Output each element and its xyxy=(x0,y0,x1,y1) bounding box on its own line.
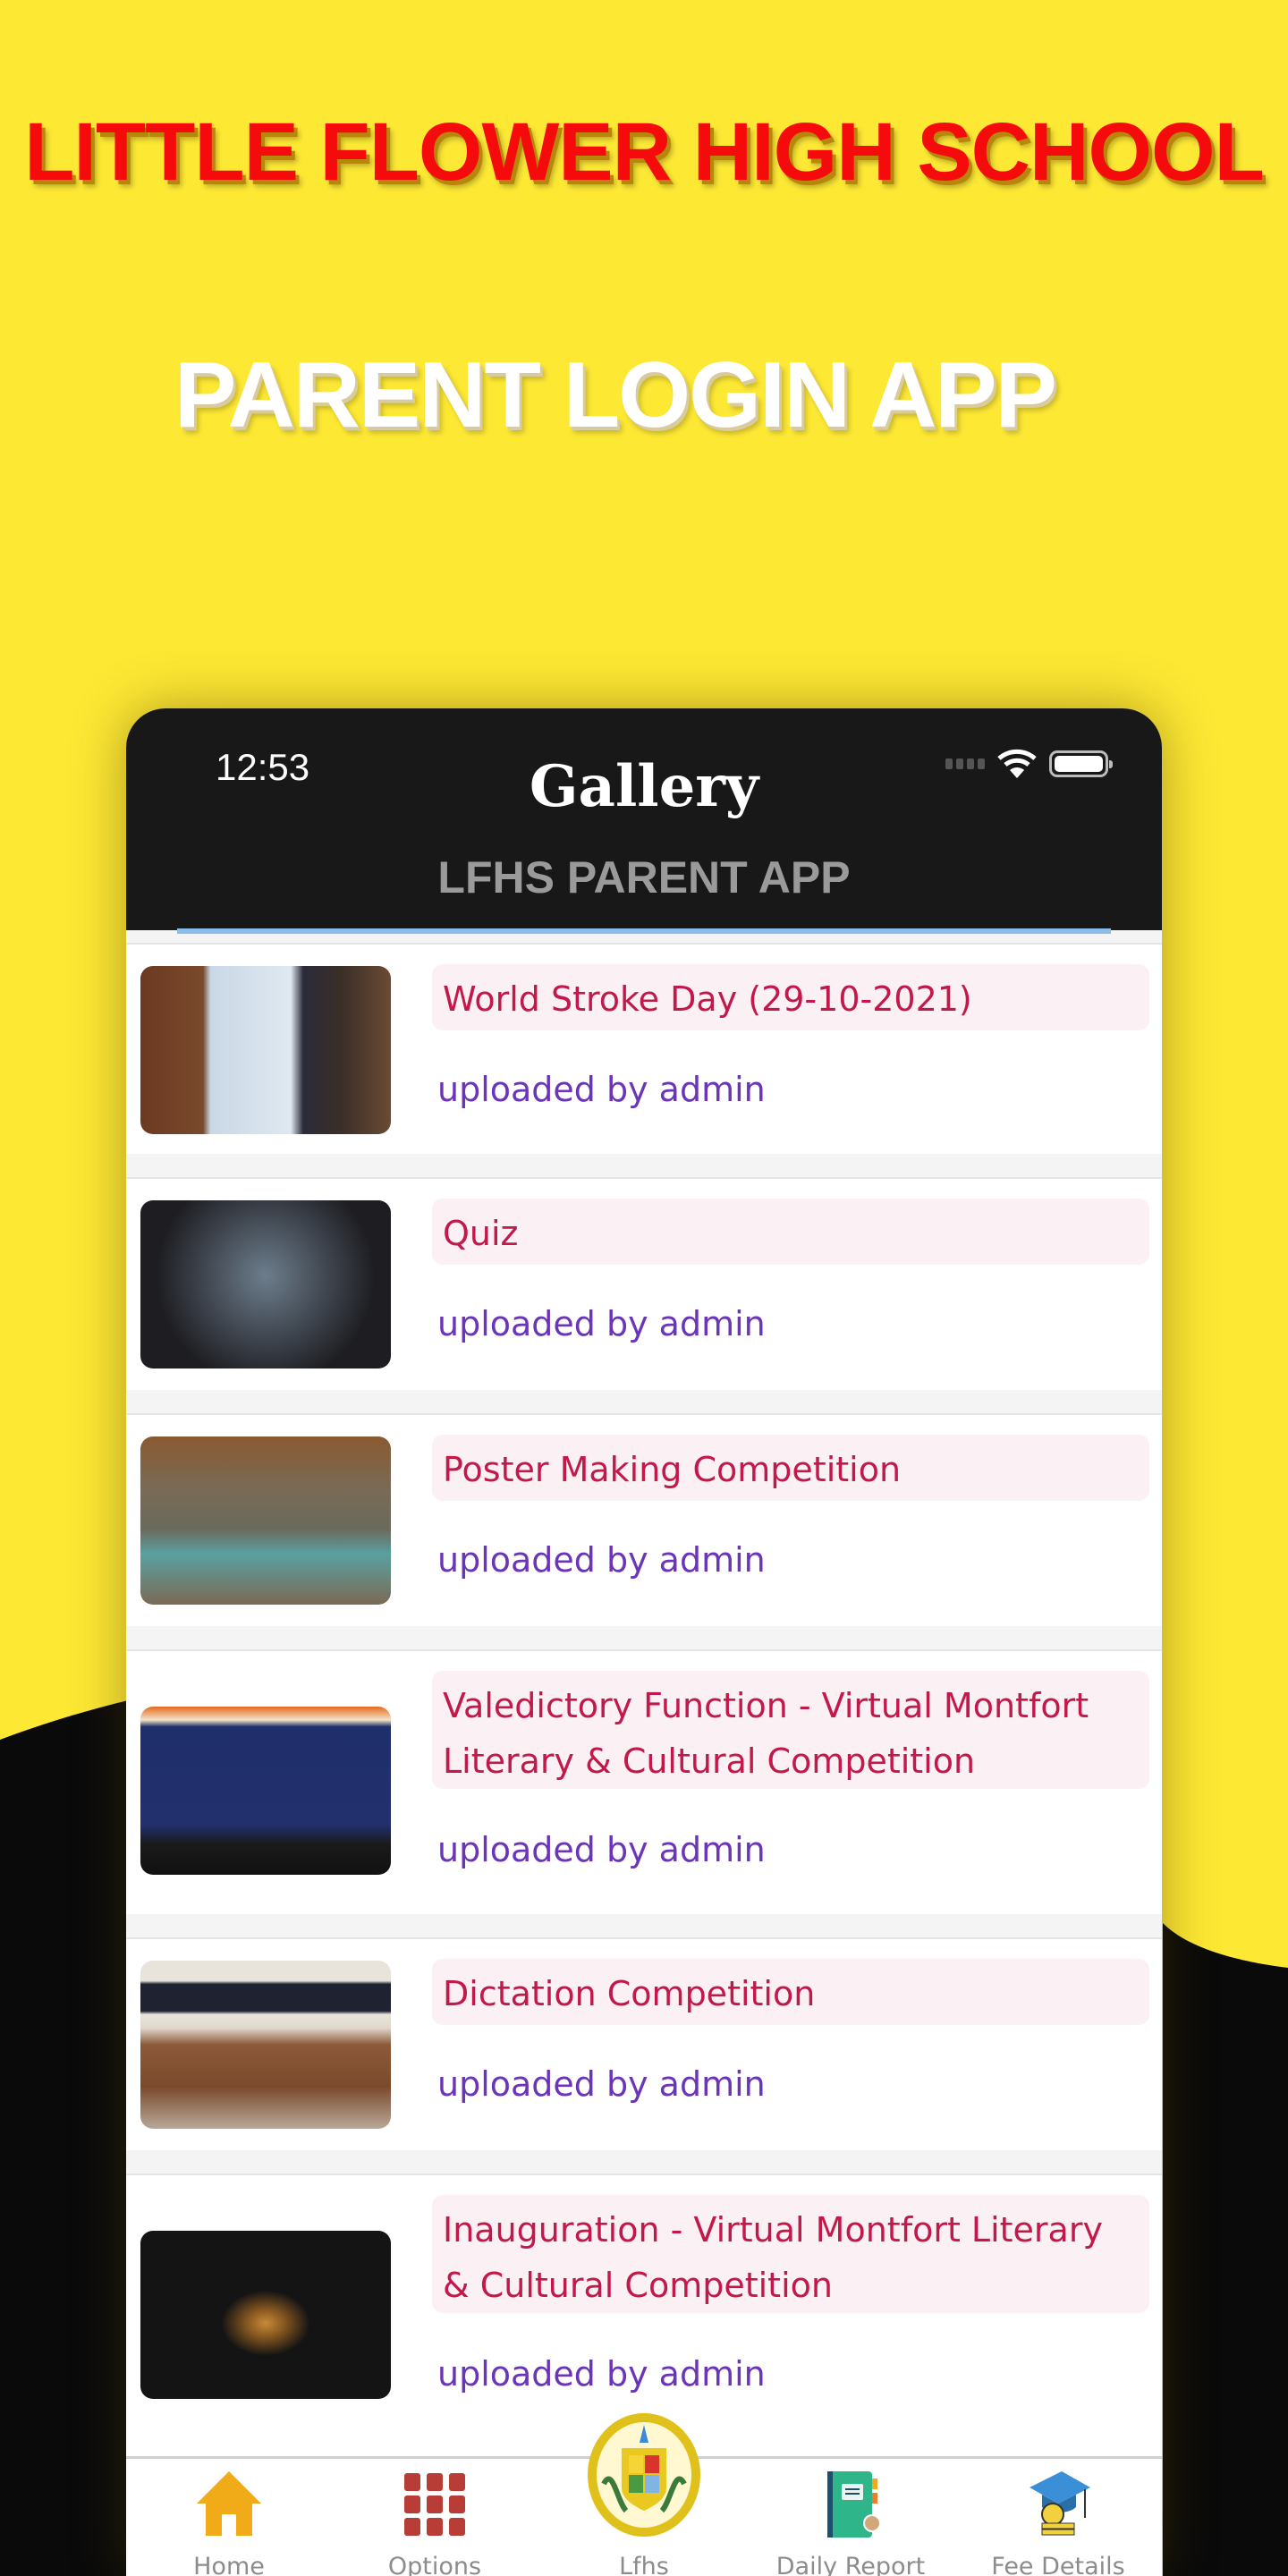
gallery-item-uploader: uploaded by admin xyxy=(437,1304,766,1343)
gallery-item-uploader: uploaded by admin xyxy=(437,2354,766,2394)
gallery-item[interactable]: Valedictory Function - Virtual Montfort … xyxy=(126,1649,1162,1914)
nav-label: Options xyxy=(387,2553,482,2576)
gallery-item-title: Quiz xyxy=(432,1199,1149,1265)
phone-screen: 12:53 Gallery LFHS PARENT APP World Stro… xyxy=(126,708,1162,2576)
gallery-item-title: Poster Making Competition xyxy=(432,1435,1149,1501)
promo-title: LITTLE FLOWER HIGH SCHOOL xyxy=(24,106,1265,198)
notebook-icon xyxy=(827,2471,881,2538)
gallery-thumbnail[interactable] xyxy=(140,1961,391,2129)
gallery-item-title: Dictation Competition xyxy=(432,1959,1149,2025)
gallery-item[interactable]: World Stroke Day (29-10-2021) uploaded b… xyxy=(126,943,1162,1154)
gallery-item-title: World Stroke Day (29-10-2021) xyxy=(432,964,1149,1030)
page-title: Gallery xyxy=(529,753,759,820)
header-divider xyxy=(177,928,1111,934)
app-header: 12:53 Gallery LFHS PARENT APP xyxy=(126,708,1162,934)
gallery-item-title: Valedictory Function - Virtual Montfort … xyxy=(432,1671,1149,1789)
gallery-item-uploader: uploaded by admin xyxy=(437,2064,766,2104)
gallery-item[interactable]: Dictation Competition uploaded by admin xyxy=(126,1937,1162,2150)
graduation-fee-icon xyxy=(1030,2471,1090,2536)
nav-label: Home xyxy=(193,2553,265,2576)
nav-label: Fee Details xyxy=(991,2553,1125,2576)
promo-subtitle: PARENT LOGIN APP xyxy=(174,343,1057,447)
gallery-item-uploader: uploaded by admin xyxy=(437,1070,766,1109)
gallery-thumbnail[interactable] xyxy=(140,2231,391,2399)
grid-icon xyxy=(404,2473,465,2536)
nav-label: Lfhs xyxy=(619,2553,669,2576)
home-icon xyxy=(197,2471,261,2536)
school-crest-icon[interactable] xyxy=(586,2412,702,2538)
gallery-thumbnail[interactable] xyxy=(140,1436,391,1605)
gallery-item-title: Inauguration - Virtual Montfort Literary… xyxy=(432,2195,1149,2313)
gallery-item-uploader: uploaded by admin xyxy=(437,1830,766,1869)
gallery-item[interactable]: Poster Making Competition uploaded by ad… xyxy=(126,1413,1162,1626)
gallery-item[interactable]: Quiz uploaded by admin xyxy=(126,1177,1162,1390)
gallery-thumbnail[interactable] xyxy=(140,1707,391,1875)
app-subtitle: LFHS PARENT APP xyxy=(437,852,851,902)
gallery-thumbnail[interactable] xyxy=(140,966,391,1134)
gallery-item-uploader: uploaded by admin xyxy=(437,1540,766,1580)
gallery-thumbnail[interactable] xyxy=(140,1200,391,1368)
nav-label: Daily Report xyxy=(775,2553,926,2576)
